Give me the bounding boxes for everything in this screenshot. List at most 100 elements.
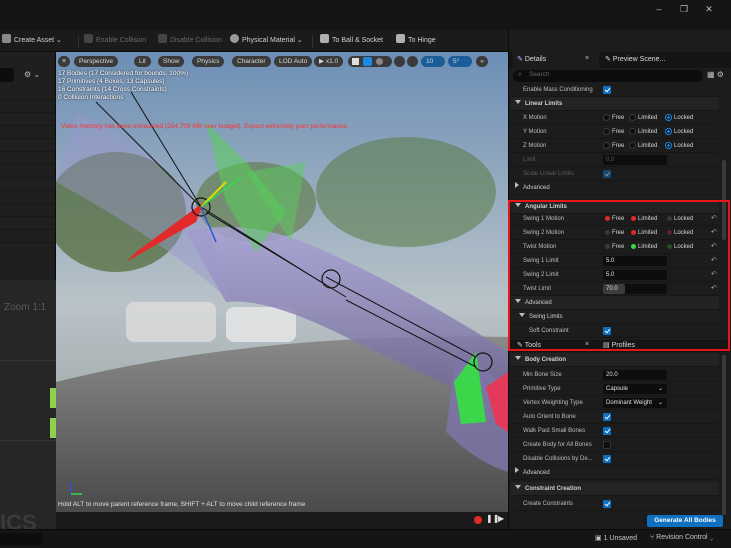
enable-collision-button[interactable]: Enable Collision xyxy=(84,34,146,48)
close-icon[interactable]: ✕ xyxy=(700,3,718,15)
list-item[interactable] xyxy=(0,113,56,126)
search-input[interactable] xyxy=(0,68,14,82)
body-creation-header[interactable]: Body Creation xyxy=(511,353,719,367)
physical-material-button[interactable]: Physical Material ⌄ xyxy=(230,34,303,48)
play-speed-button[interactable]: ▶ x1.0 xyxy=(314,56,344,67)
create-body-all-row: Create Body for All Bones xyxy=(511,438,719,452)
graph-panel[interactable]: Zoom 1:1 ICS xyxy=(0,280,56,535)
create-asset-label: Create Asset xyxy=(14,37,55,44)
grid-snap-button[interactable]: 10 xyxy=(421,56,445,67)
x-motion-free-radio[interactable] xyxy=(603,114,610,121)
angle-snap-button[interactable]: 5° xyxy=(448,56,472,67)
list-item[interactable] xyxy=(0,217,56,230)
generate-all-bodies-button[interactable]: Generate All Bodies xyxy=(647,515,723,527)
show-label: Show xyxy=(163,58,180,65)
x-motion-row: X Motion Free Limited Locked xyxy=(511,111,719,125)
vertex-weighting-select[interactable]: Dominant Weight ⌄ xyxy=(603,398,667,408)
tab-preview-scene[interactable]: ✎ Preview Scene... xyxy=(601,52,665,68)
enable-collision-label: Enable Collision xyxy=(96,37,147,44)
disable-collision-button[interactable]: Disable Collision xyxy=(158,34,222,48)
enable-mass-conditioning-checkbox[interactable] xyxy=(603,86,611,94)
console-input[interactable] xyxy=(0,533,42,545)
primitive-type-label: Primitive Type xyxy=(523,386,561,392)
show-button[interactable]: Show xyxy=(158,56,185,67)
walk-past-small-checkbox[interactable] xyxy=(603,427,611,435)
to-hinge-button[interactable]: To Hinge xyxy=(396,34,436,48)
stat-line: 0 Collision Interactions xyxy=(58,94,124,101)
disable-collision-label: Disable Collision xyxy=(170,37,222,44)
lit-button[interactable]: Lit xyxy=(134,56,151,67)
auto-orient-row: Auto Orient to Bone xyxy=(511,410,719,424)
world-local-icon[interactable] xyxy=(394,56,405,67)
minimize-icon[interactable]: – xyxy=(650,3,668,15)
constraint-creation-header[interactable]: Constraint Creation xyxy=(511,482,719,496)
physics-button[interactable]: Physics xyxy=(192,56,225,67)
list-item[interactable] xyxy=(0,178,56,191)
grid-view-icon[interactable]: ▦ ⚙ xyxy=(707,70,724,79)
list-item[interactable] xyxy=(0,126,56,139)
hinge-icon xyxy=(396,34,405,43)
list-item[interactable] xyxy=(0,152,56,165)
x-motion-locked-radio[interactable] xyxy=(665,114,672,121)
step-forward-icon[interactable]: ▶ xyxy=(498,514,504,523)
advanced-tools-header[interactable]: Advanced xyxy=(511,466,719,480)
to-ball-socket-button[interactable]: To Ball & Socket xyxy=(320,34,383,48)
revision-control-button[interactable]: ⑂ Revision Control ⌄ xyxy=(650,534,714,541)
x-motion-limited-radio[interactable] xyxy=(629,114,636,121)
save-icon: ▣ xyxy=(595,535,602,542)
create-constraints-checkbox[interactable] xyxy=(603,500,611,508)
limit-input[interactable]: 0.0 xyxy=(603,155,667,165)
chevron-down-icon: ⌄ xyxy=(657,400,663,406)
list-item[interactable] xyxy=(0,204,56,217)
stat-line: 17 Bodies (17 Considered for bounds, 100… xyxy=(58,70,189,77)
rotate-icon[interactable] xyxy=(376,58,383,65)
unsaved-indicator[interactable]: ▣ 1 Unsaved xyxy=(595,534,637,542)
close-tab-icon[interactable]: × xyxy=(585,55,589,62)
create-asset-button[interactable]: Create Asset ⌄ xyxy=(2,34,62,48)
viewport-menu-button[interactable]: ≡ xyxy=(58,56,70,67)
list-item[interactable] xyxy=(0,230,56,243)
list-item[interactable] xyxy=(0,191,56,204)
y-motion-limited-radio[interactable] xyxy=(629,128,636,135)
vertex-weighting-value: Dominant Weight xyxy=(606,400,652,406)
tools-scrollbar[interactable] xyxy=(722,355,726,515)
physics-viewport[interactable]: ≡ Perspective Lit Show Physics Character… xyxy=(56,52,508,512)
linear-limits-header[interactable]: Linear Limits xyxy=(511,97,719,111)
more-viewport-chevron[interactable]: » xyxy=(476,56,488,67)
surface-snap-icon[interactable] xyxy=(407,56,418,67)
z-motion-free-radio[interactable] xyxy=(603,142,610,149)
list-item[interactable] xyxy=(0,165,56,178)
advanced-linear-header[interactable]: Advanced xyxy=(511,181,719,195)
character-button[interactable]: Character xyxy=(232,56,271,67)
list-item[interactable] xyxy=(0,139,56,152)
angle-snap-value: 5° xyxy=(453,58,460,65)
grid-line xyxy=(0,440,56,441)
auto-orient-checkbox[interactable] xyxy=(603,413,611,421)
record-icon[interactable] xyxy=(474,516,482,524)
z-motion-limited-radio[interactable] xyxy=(629,142,636,149)
grid-line xyxy=(0,360,56,361)
restore-icon[interactable]: ❐ xyxy=(675,3,693,15)
min-bone-size-input[interactable]: 20.0 xyxy=(603,370,667,380)
scale-linear-limits-checkbox[interactable] xyxy=(603,170,611,178)
to-ball-socket-label: To Ball & Socket xyxy=(332,37,383,44)
list-item[interactable] xyxy=(0,100,56,113)
revision-control-label: Revision Control xyxy=(656,534,708,541)
y-motion-locked-radio[interactable] xyxy=(665,128,672,135)
perspective-button[interactable]: Perspective xyxy=(74,56,118,67)
select-icon[interactable] xyxy=(352,58,359,65)
z-motion-locked-radio[interactable] xyxy=(665,142,672,149)
list-item[interactable] xyxy=(0,87,56,100)
transform-tools-group[interactable] xyxy=(348,56,392,67)
create-body-all-checkbox[interactable] xyxy=(603,441,611,449)
z-motion-label: Z Motion xyxy=(523,143,547,149)
settings-gear-icon[interactable]: ⚙ ⌄ xyxy=(24,70,40,79)
primitive-type-select[interactable]: Capsule ⌄ xyxy=(603,384,667,394)
caret-down-icon xyxy=(515,100,521,104)
details-search-input[interactable]: ⌕ Search xyxy=(513,70,703,82)
y-motion-row: Y Motion Free Limited Locked xyxy=(511,125,719,139)
disable-collisions-checkbox[interactable] xyxy=(603,455,611,463)
y-motion-free-radio[interactable] xyxy=(603,128,610,135)
translate-icon[interactable] xyxy=(363,57,372,66)
lod-button[interactable]: LOD Auto xyxy=(274,56,313,67)
